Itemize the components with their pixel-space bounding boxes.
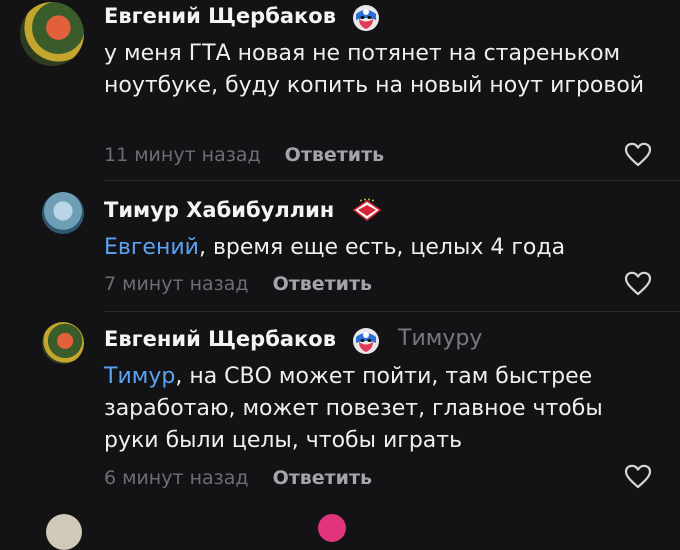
avatar[interactable] xyxy=(20,2,84,66)
timestamp: 7 минут назад xyxy=(104,273,249,295)
author-name[interactable]: Тимур Хабибуллин xyxy=(104,196,334,224)
comment-text: у меня ГТА новая не потянет на старенько… xyxy=(104,38,664,102)
author-name[interactable]: Евгений Щербаков xyxy=(104,2,336,30)
reply-button[interactable]: Ответить xyxy=(285,144,384,166)
mention-link[interactable]: Евгений xyxy=(104,235,199,260)
comment-text: Евгений, время еще есть, целых 4 года xyxy=(104,232,664,264)
avatar[interactable] xyxy=(42,192,84,234)
spartak-emblem-badge-icon xyxy=(352,198,382,226)
comment-body: , на СВО может пойти, там быстрее зарабо… xyxy=(104,364,603,453)
divider xyxy=(104,180,680,181)
comment-meta: 6 минут назад Ответить xyxy=(104,466,372,490)
timestamp: 6 минут назад xyxy=(104,467,249,489)
reply-button[interactable]: Ответить xyxy=(273,467,372,489)
heart-icon[interactable] xyxy=(624,142,652,168)
heart-icon[interactable] xyxy=(624,464,652,490)
comment-meta: 7 минут назад Ответить xyxy=(104,272,372,296)
captain-mask-badge-icon xyxy=(352,327,380,355)
mention-link[interactable]: Тимур xyxy=(104,364,175,389)
comment-body: , время еще есть, целых 4 года xyxy=(198,235,566,260)
avatar[interactable] xyxy=(46,514,82,550)
comment-text: Тимур, на СВО может пойти, там быстрее з… xyxy=(104,361,664,457)
pink-badge-icon xyxy=(318,514,346,542)
avatar[interactable] xyxy=(42,322,84,364)
captain-mask-badge-icon xyxy=(352,4,380,32)
comment-body: у меня ГТА новая не потянет на старенько… xyxy=(104,41,645,98)
author-name[interactable]: Евгений Щербаков xyxy=(104,325,336,353)
heart-icon[interactable] xyxy=(624,271,652,297)
reply-button[interactable]: Ответить xyxy=(273,273,372,295)
timestamp: 11 минут назад xyxy=(104,144,261,166)
divider xyxy=(104,311,680,312)
comment-meta: 11 минут назад Ответить xyxy=(104,143,384,167)
reply-to-label[interactable]: Тимуру xyxy=(398,325,482,353)
